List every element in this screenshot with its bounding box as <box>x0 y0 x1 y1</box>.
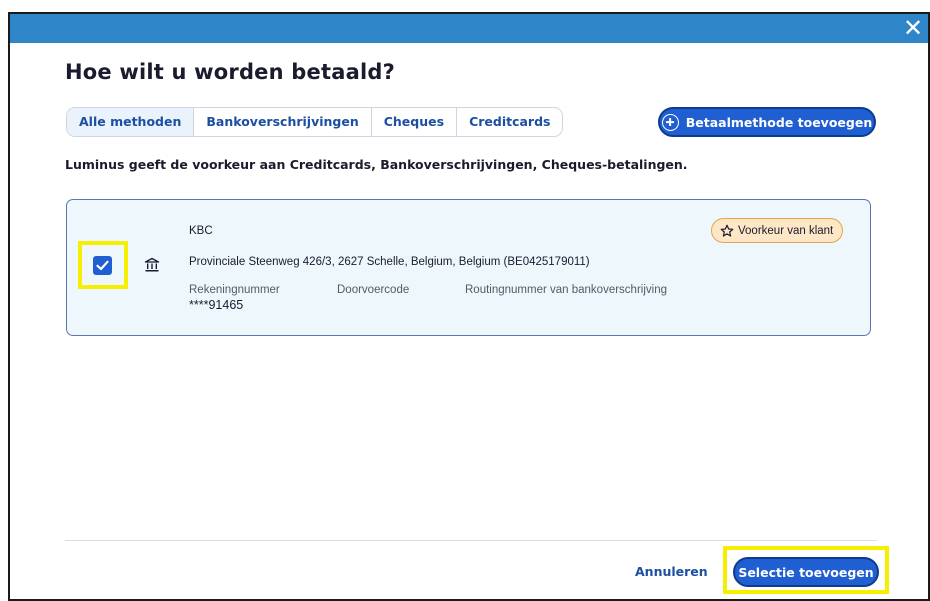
customer-preference-badge: Voorkeur van klant <box>711 218 844 243</box>
footer-divider <box>65 540 877 541</box>
tab-bank-transfers[interactable]: Bankoverschrijvingen <box>194 108 372 136</box>
add-payment-method-button[interactable]: Betaalmethode toevoegen <box>658 107 876 137</box>
checkmark-icon <box>96 260 109 271</box>
transfer-routing-label: Routingnummer van bankoverschrijving <box>465 284 667 296</box>
bank-icon <box>144 257 160 272</box>
close-icon[interactable]: ✕ <box>900 14 926 43</box>
cancel-button[interactable]: Annuleren <box>635 564 708 584</box>
dialog-titlebar: ✕ <box>10 14 928 43</box>
method-filter-tabs: Alle methoden Bankoverschrijvingen Chequ… <box>66 107 564 137</box>
bank-name: KBC <box>189 225 213 237</box>
method-checkbox[interactable] <box>93 256 112 275</box>
payment-method-dialog: ✕ Hoe wilt u worden betaald? Alle method… <box>8 12 930 601</box>
tab-cheques[interactable]: Cheques <box>372 108 458 136</box>
routing-code-label: Doorvoercode <box>337 284 410 296</box>
add-payment-method-label: Betaalmethode toevoegen <box>685 114 873 130</box>
add-selection-button[interactable]: Selectie toevoegen <box>733 557 879 587</box>
payment-method-card[interactable]: KBC Provinciale Steenweg 426/3, 2627 Sch… <box>66 199 871 336</box>
preference-text: Luminus geeft de voorkeur aan Creditcard… <box>65 157 688 172</box>
tab-creditcards[interactable]: Creditcards <box>457 108 562 136</box>
account-number-label: Rekeningnummer <box>189 284 280 296</box>
plus-circle-icon <box>661 113 679 131</box>
customer-preference-label: Voorkeur van klant <box>738 224 834 237</box>
star-icon <box>720 224 734 237</box>
bank-address: Provinciale Steenweg 426/3, 2627 Schelle… <box>189 256 590 268</box>
dialog-title: Hoe wilt u worden betaald? <box>65 60 395 84</box>
tab-all-methods[interactable]: Alle methoden <box>67 108 195 136</box>
account-number-value: ****91465 <box>189 298 244 312</box>
